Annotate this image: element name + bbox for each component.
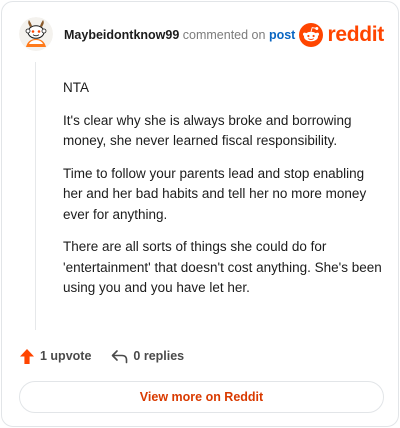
view-more-on-reddit-button[interactable]: View more on Reddit [19,381,384,413]
comment-paragraph: NTA [63,80,89,95]
replies-count: 0 replies [133,349,185,363]
commented-on-text: commented on [182,28,266,42]
username-link[interactable]: Maybeidontknow99 [64,28,179,42]
thread-line [35,62,36,330]
comment-header: Maybeidontknow99 commented on post reddi… [19,17,384,53]
comment-body: NTA It's clear why she is always broke a… [63,78,383,311]
comment-actions: 1 upvote 0 replies [19,346,184,366]
upvote-arrow-icon [20,348,34,364]
user-avatar-icon[interactable] [19,17,53,51]
replies-button[interactable]: 0 replies [111,349,184,364]
upvote-count: 1 upvote [40,349,92,363]
comment-embed-card: Maybeidontknow99 commented on post reddi… [1,1,399,427]
reply-arrow-icon [112,349,128,363]
reddit-logo-icon [299,23,324,47]
reddit-wordmark: reddit [327,23,384,46]
comment-paragraph: Time to follow your parents lead and sto… [63,165,367,222]
comment-paragraph: It's clear why she is always broke and b… [63,112,352,149]
upvote-button[interactable]: 1 upvote [19,348,91,365]
comment-paragraph: There are all sorts of things she could … [63,239,382,295]
post-link[interactable]: post [269,28,295,42]
reddit-brand-link[interactable]: reddit [299,23,384,47]
comment-meta: Maybeidontknow99 commented on post [64,27,295,43]
